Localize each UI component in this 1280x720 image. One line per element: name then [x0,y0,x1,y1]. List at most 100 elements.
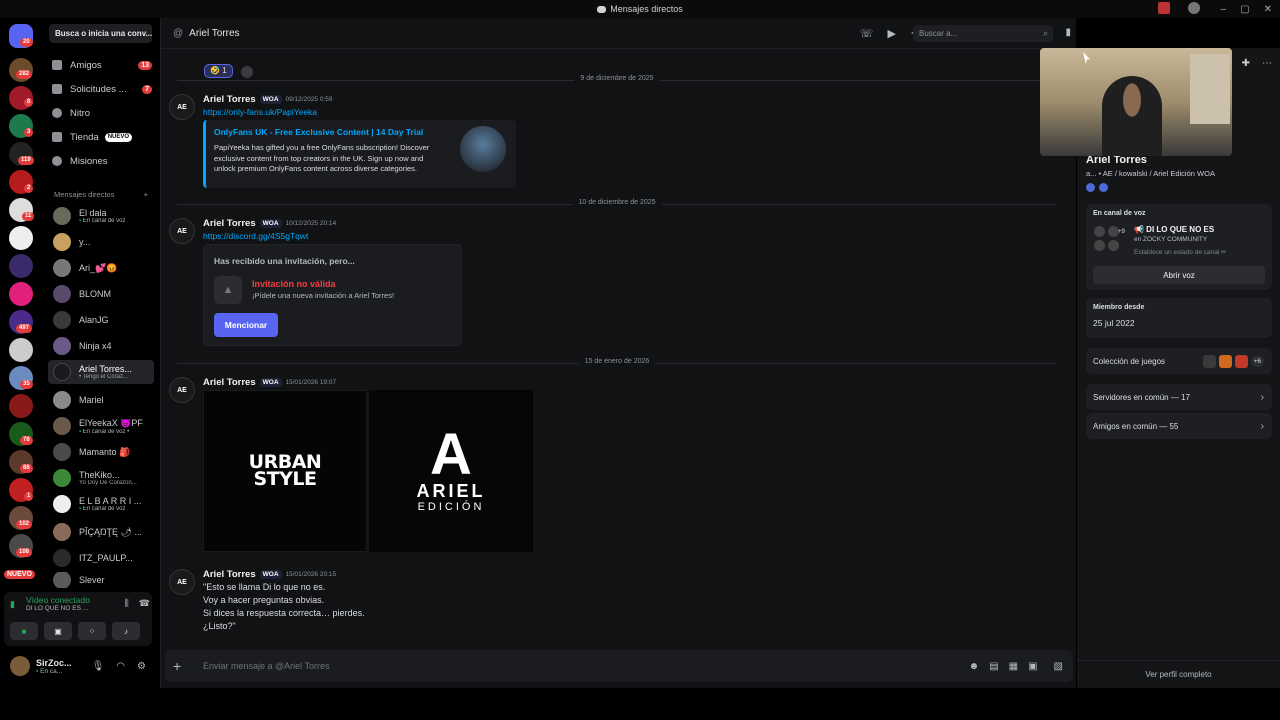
dm-item[interactable]: BLONM [48,282,154,306]
add-reaction-icon[interactable] [240,66,253,78]
server-icon[interactable] [9,338,33,362]
dm-item[interactable]: PĬÇĄŊŢĘ 🌶 ... [48,520,154,544]
message-link[interactable]: https://discord.gg/4S5gTqwt [203,231,308,241]
shop-icon [52,132,62,142]
dm-item[interactable]: Mariel [48,388,154,412]
disconnect-icon[interactable]: ☎ [139,598,150,609]
camera-button[interactable]: ■ [10,622,38,640]
badge-icon[interactable] [1086,183,1095,192]
video-call-icon[interactable]: ▶ [887,27,895,40]
image-attachment-urban-style[interactable]: URBAN STYLE [203,390,367,552]
gift-icon[interactable]: ▧ [1054,661,1063,672]
dm-item[interactable]: ITZ_PAULP... [48,546,154,570]
headphones-icon[interactable]: ◠ [116,661,125,672]
image-attachment-ariel-edicion[interactable]: A ARIEL EDICIÓN [369,390,533,552]
help-icon[interactable] [1188,2,1200,14]
dm-item[interactable]: Ari_💕😡 [48,256,154,280]
profile-guild-tag: WOA [1197,169,1215,178]
avatar[interactable]: AE [169,218,195,244]
video-person [1102,76,1162,156]
noise-suppression-icon[interactable]: ⫼ [125,598,129,609]
create-dm-button[interactable]: + [144,190,148,199]
bookmark-icon[interactable]: ▮ [1065,27,1071,38]
profile-tagline: a... • AE / kowalski / Ariel Edición WOA [1086,169,1215,178]
dm-item[interactable]: El dalaEn canal de voz [48,204,154,228]
attach-plus-icon[interactable]: + [173,658,193,674]
invite-card: Has recibido una invitación, pero... ▲ I… [203,244,462,346]
close-button[interactable]: ✕ [1264,4,1272,15]
nav-quests[interactable]: Misiones [52,152,152,170]
reaction-pill[interactable]: 🤣 1 [204,64,233,78]
video-preview-overlay[interactable] [1040,48,1232,156]
dm-item[interactable]: y... [48,230,154,254]
server-icon[interactable] [9,226,33,250]
open-voice-button[interactable]: Abrir voz [1093,266,1265,284]
gif-icon[interactable]: ▤ [989,661,998,672]
dm-item[interactable]: AlanJG [48,308,154,332]
add-friend-icon[interactable]: ✚ [1242,58,1250,69]
inbox-icon[interactable] [1158,2,1170,14]
find-conversation-button[interactable]: Busca o inicia una conv... [49,24,152,43]
nav-friends[interactable]: Amigos 13 [52,56,152,74]
requests-count-badge: 7 [142,84,152,94]
dm-item[interactable]: Ninja x4 [48,334,154,358]
author-name[interactable]: Ariel Torres [203,218,256,229]
maximize-button[interactable]: ▢ [1240,4,1249,15]
dm-item-active[interactable]: Ariel Torres... • Tengo el Coraz... [48,360,154,384]
dm-item[interactable]: TheKiko... Yo Doy De Corazon... [48,466,154,490]
avatar[interactable] [10,656,30,676]
server-icon[interactable] [9,282,33,306]
voice-participants: +9 [1094,226,1125,256]
nav-requests[interactable]: Solicitudes ... 7 [52,80,152,98]
author-name[interactable]: Ariel Torres [203,94,256,105]
soundboard-button[interactable]: ♪ [112,622,140,640]
badge-icon[interactable] [1099,183,1108,192]
nav-nitro[interactable]: Nitro [52,104,152,122]
avatar[interactable]: AE [169,94,195,120]
avatar[interactable]: AE [169,569,195,595]
game-collection-row[interactable]: Colección de juegos +6 [1086,348,1272,374]
minimize-button[interactable]: – [1221,4,1227,15]
dm-item[interactable]: Mamanto 🎒 [48,440,154,464]
more-options-icon[interactable]: ⋯ [1262,58,1272,69]
server-icon[interactable] [9,394,33,418]
message-link[interactable]: https://only-fans.uk/PapiYeeka [203,107,317,117]
view-full-profile-button[interactable]: Ver perfil completo [1077,660,1280,688]
dm-item[interactable]: E L B A R R I ...En canal de voz [48,492,154,516]
nav-shop[interactable]: Tienda NUEVO [52,128,152,146]
author-name[interactable]: Ariel Torres [203,569,256,580]
author-name[interactable]: Ariel Torres [203,377,256,388]
activities-button[interactable]: ⁘ [78,622,106,640]
settings-gear-icon[interactable]: ⚙ [137,661,146,672]
dm-item[interactable]: Slever [48,572,154,588]
screen-share-button[interactable]: ▣ [44,622,72,640]
app-launcher-icon[interactable]: ☻ [969,661,980,672]
search-input[interactable]: Buscar a... ⌕ [913,25,1053,42]
microphone-icon[interactable]: 🎙︎ [92,661,105,672]
mention-button[interactable]: Mencionar [214,313,278,337]
voice-channel-status[interactable]: Establece un estado de canal ✏ [1134,248,1227,256]
avatar[interactable]: AE [169,377,195,403]
server-icon[interactable] [9,254,33,278]
mutual-servers-row[interactable]: Servidores en común — 17 › [1086,384,1272,410]
game-icon [1202,354,1216,368]
soundboard-icon: ♪ [124,626,128,636]
dm-section-header: Mensajes directos + [54,190,148,199]
friends-icon [52,60,62,70]
voice-status[interactable]: Vídeo conectado [26,595,90,605]
urban-style-logo: URBAN STYLE [248,451,322,490]
voice-call-icon[interactable]: ☏ [860,27,874,40]
message-line: "Esto se llama Di lo que no es. [203,582,326,592]
emoji-icon[interactable]: ▣ [1028,661,1037,672]
sticker-icon[interactable]: ▦ [1009,661,1018,672]
guild-tag: WOA [259,570,282,579]
voice-channel[interactable]: DI LO QUE NO ES ... [26,605,90,612]
message-input[interactable]: Enviar mensaje a @Ariel Torres [203,661,330,671]
invite-header: Has recibido una invitación, pero... [214,256,355,266]
voice-server-name: en ZOCKY COMMUNITY [1134,236,1208,243]
dm-item[interactable]: ElYeekaX 😈PFEn canal de voz • [48,414,154,438]
mutual-friends-row[interactable]: Amigos en común — 55 › [1086,413,1272,439]
embed-title[interactable]: OnlyFans UK - Free Exclusive Content | 1… [214,127,423,137]
timestamp: 09/12/2025 0:59 [285,96,333,103]
server-badge: 119 [18,156,34,165]
